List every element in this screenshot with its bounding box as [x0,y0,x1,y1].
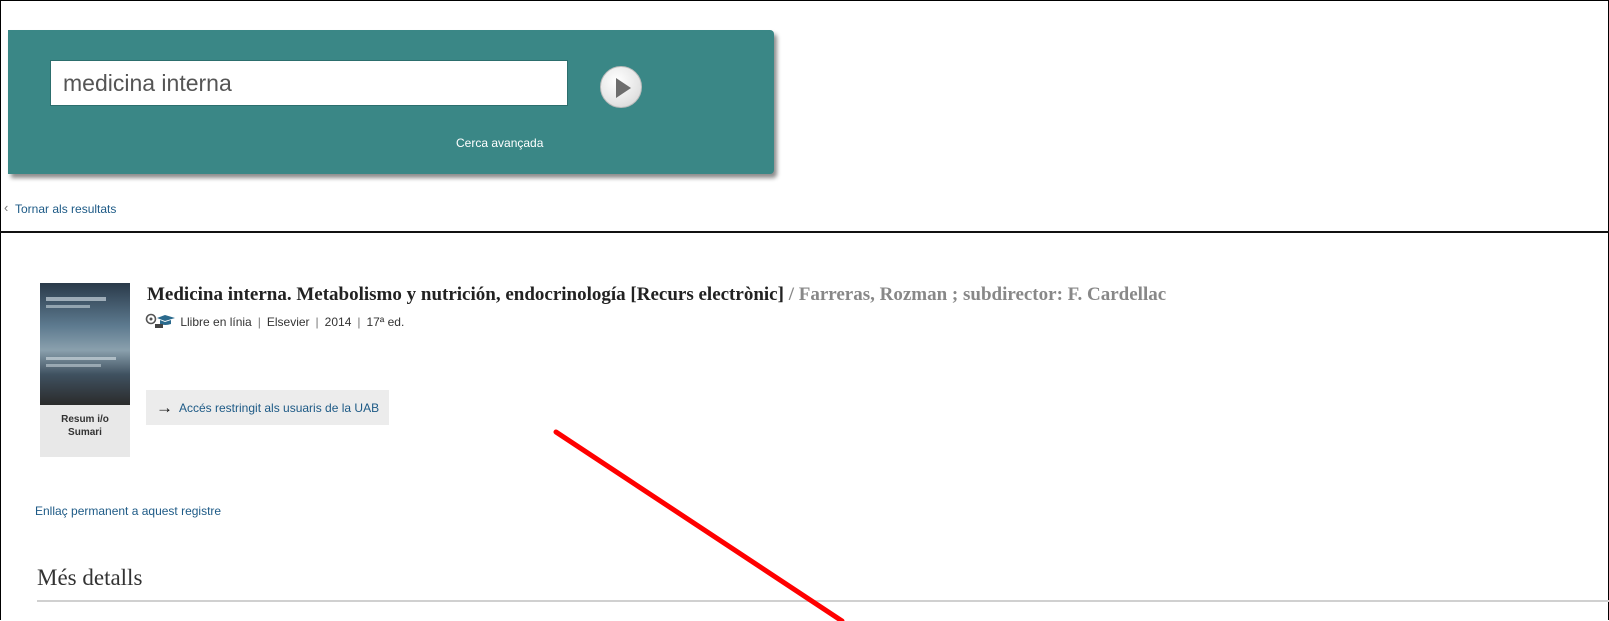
chevron-left-icon: ‹ [4,200,9,215]
section-divider [37,600,1609,602]
search-submit-button[interactable] [600,66,642,108]
summary-caption[interactable]: Resum i/o Sumari [40,413,130,439]
record-year: 2014 [324,315,352,329]
details-heading: Més detalls [37,565,143,590]
access-box: → Accés restringit als usuaris de la UAB [146,390,390,425]
search-input[interactable] [50,60,568,106]
summary-thumbnail[interactable]: Resum i/o Sumari [40,283,130,457]
online-book-icon [145,313,175,328]
advanced-search-link[interactable]: Cerca avançada [456,136,543,150]
record-author-statement: / Farreras, Rozman ; subdirector: F. Car… [783,284,1167,305]
access-link[interactable]: Accés restringit als usuaris de la UAB [179,401,379,415]
header-divider [0,231,1609,233]
book-cover-image[interactable] [40,283,130,405]
back-to-results-link[interactable]: Tornar als resultats [15,202,116,216]
search-panel: Cerca avançada [8,30,774,174]
record-meta: Llibre en línia | Elsevier | 2014 | 17ª ed. [145,313,404,329]
permalink-link[interactable]: Enllaç permanent a aquest registre [35,504,221,518]
record-publisher: Elsevier [266,315,310,329]
record-title-text[interactable]: Medicina interna. Metabolismo y nutrició… [147,284,784,305]
record-format: Llibre en línia [180,315,252,329]
play-arrow-icon [616,78,631,98]
record-edition: 17ª ed. [366,315,405,329]
record-title[interactable]: Medicina interna. Metabolismo y nutrició… [147,284,1166,306]
arrow-right-icon: → [156,397,173,417]
